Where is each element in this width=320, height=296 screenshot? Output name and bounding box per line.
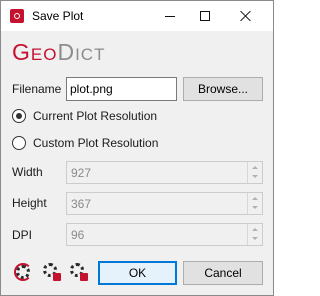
down-arrow-icon: [252, 237, 258, 240]
delete-settings-button[interactable]: [70, 263, 88, 281]
height-label: Height: [12, 196, 47, 210]
up-arrow-icon: [252, 166, 258, 169]
maximize-icon: [200, 11, 210, 21]
dpi-spinbox[interactable]: 96: [66, 223, 263, 246]
custom-resolution-radio[interactable]: [12, 136, 26, 150]
browse-button[interactable]: Browse...: [183, 77, 263, 101]
title-bar: Save Plot: [1, 1, 273, 31]
up-arrow-icon: [252, 197, 258, 200]
current-resolution-label[interactable]: Current Plot Resolution: [33, 109, 157, 123]
delete-badge-icon: [80, 273, 88, 281]
close-button[interactable]: [229, 1, 263, 31]
dpi-label: DPI: [12, 228, 33, 242]
dpi-value: 96: [71, 228, 85, 242]
maximize-button[interactable]: [188, 1, 222, 31]
height-value: 367: [71, 197, 92, 211]
custom-resolution-label[interactable]: Custom Plot Resolution: [33, 136, 158, 150]
width-label: Width: [12, 165, 43, 179]
height-spinbox[interactable]: 367: [66, 192, 263, 215]
minimize-button[interactable]: [153, 1, 187, 31]
save-plot-dialog: Save Plot GEODICT Filename Browse... Cur…: [0, 0, 274, 296]
width-spinbox[interactable]: 927: [66, 161, 263, 184]
window-title: Save Plot: [32, 9, 84, 23]
ok-button[interactable]: OK: [98, 261, 177, 285]
down-arrow-icon: [252, 175, 258, 178]
reset-settings-button[interactable]: [14, 263, 32, 281]
minimize-icon: [165, 15, 175, 17]
filename-input[interactable]: [66, 77, 177, 101]
cancel-button[interactable]: Cancel: [183, 261, 263, 285]
gear-icon: [16, 265, 30, 279]
up-arrow-icon: [252, 228, 258, 231]
filename-label: Filename: [12, 82, 62, 96]
save-settings-button[interactable]: [43, 263, 61, 281]
width-stepper[interactable]: [247, 162, 262, 183]
dpi-stepper[interactable]: [247, 224, 262, 245]
close-icon: [240, 10, 252, 22]
geodict-logo: GEODICT: [12, 39, 106, 65]
save-badge-icon: [53, 273, 61, 281]
width-value: 927: [71, 166, 92, 180]
height-stepper[interactable]: [247, 193, 262, 214]
app-icon: [10, 9, 24, 23]
current-resolution-radio[interactable]: [12, 109, 26, 123]
down-arrow-icon: [252, 206, 258, 209]
